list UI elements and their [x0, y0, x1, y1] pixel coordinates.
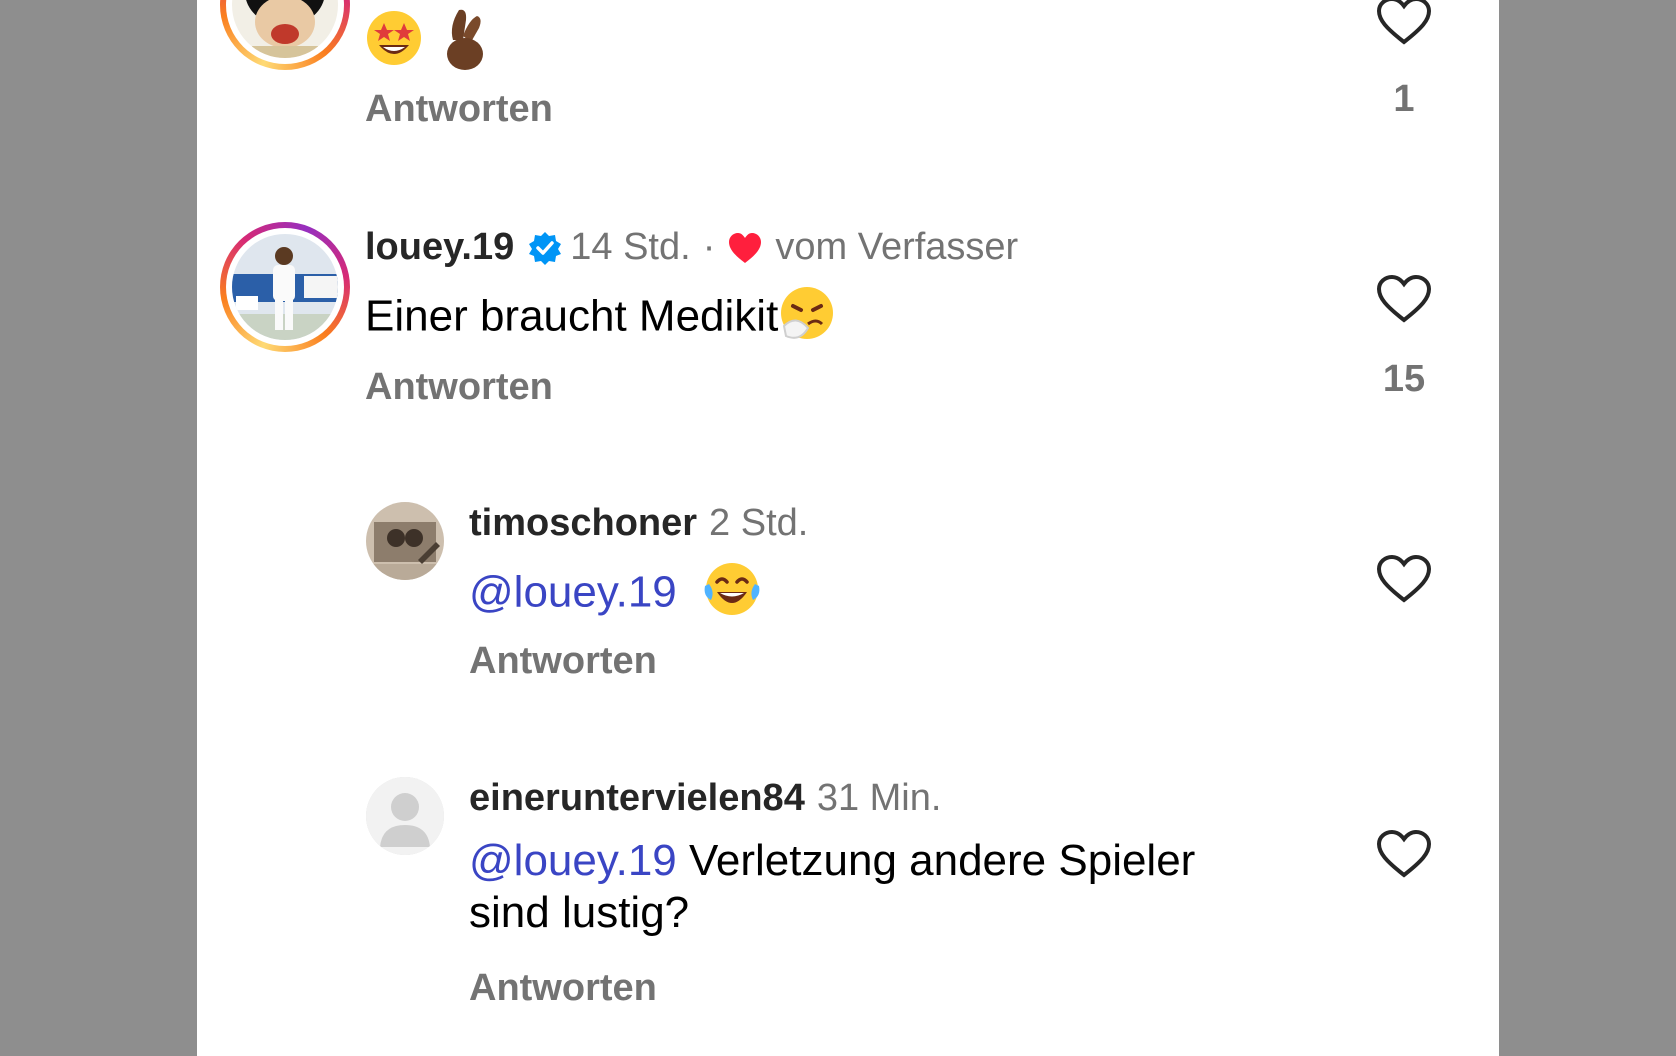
sneezing-face-emoji [778, 284, 836, 354]
author-like-label: vom Verfasser [775, 226, 1019, 268]
reply-button[interactable]: Antworten [469, 640, 657, 683]
story-ring-avatar[interactable] [220, 222, 350, 352]
reply-button[interactable]: Antworten [365, 88, 553, 131]
username[interactable]: louey.19 [365, 226, 514, 269]
avatar [232, 234, 338, 340]
username[interactable]: timoschoner [469, 502, 697, 545]
heart-icon[interactable] [1376, 0, 1432, 46]
heart-icon[interactable] [1376, 274, 1432, 324]
tears-of-joy-emoji [703, 560, 761, 630]
avatar[interactable] [366, 502, 444, 580]
avatar [232, 0, 338, 58]
comment-text: @louey.19 Verletzung andere Spieler sind… [469, 835, 1269, 939]
reply-button[interactable]: Antworten [469, 967, 657, 1010]
verified-badge-icon [529, 231, 562, 265]
separator-dot: · [702, 226, 716, 268]
reply-button[interactable]: Antworten [365, 366, 553, 409]
crossed-fingers-emoji [439, 6, 491, 82]
heart-icon[interactable] [1376, 554, 1432, 604]
story-ring-avatar[interactable] [220, 0, 350, 70]
comment-meta: louey.19 14 Std. · vom Verfasser [365, 226, 1018, 269]
comment-meta: timoschoner 2 Std. [469, 502, 808, 545]
heart-icon[interactable] [1376, 829, 1432, 879]
author-liked-heart-icon [729, 232, 762, 263]
comment-text: Einer braucht Medikit [365, 284, 836, 354]
comment-text [365, 6, 491, 82]
star-struck-emoji [365, 9, 423, 79]
comments-panel: Antworten 1 louey.19 14 Std. · vom Verfa… [197, 0, 1499, 1056]
like-count: 1 [1393, 78, 1415, 120]
comment-time: 31 Min. [816, 777, 942, 819]
mention-link[interactable]: @louey.19 [469, 836, 677, 885]
comment-text: @louey.19 [469, 560, 761, 630]
mention-link[interactable]: @louey.19 [469, 568, 677, 617]
comment-body: Einer braucht Medikit [365, 291, 779, 341]
default-avatar[interactable] [366, 777, 444, 855]
comment-time: 14 Std. [570, 226, 691, 268]
username[interactable]: eineruntervielen84 [469, 777, 805, 820]
like-count: 15 [1382, 358, 1426, 400]
comment-meta: eineruntervielen84 31 Min. [469, 777, 941, 820]
comment-time: 2 Std. [709, 502, 809, 544]
